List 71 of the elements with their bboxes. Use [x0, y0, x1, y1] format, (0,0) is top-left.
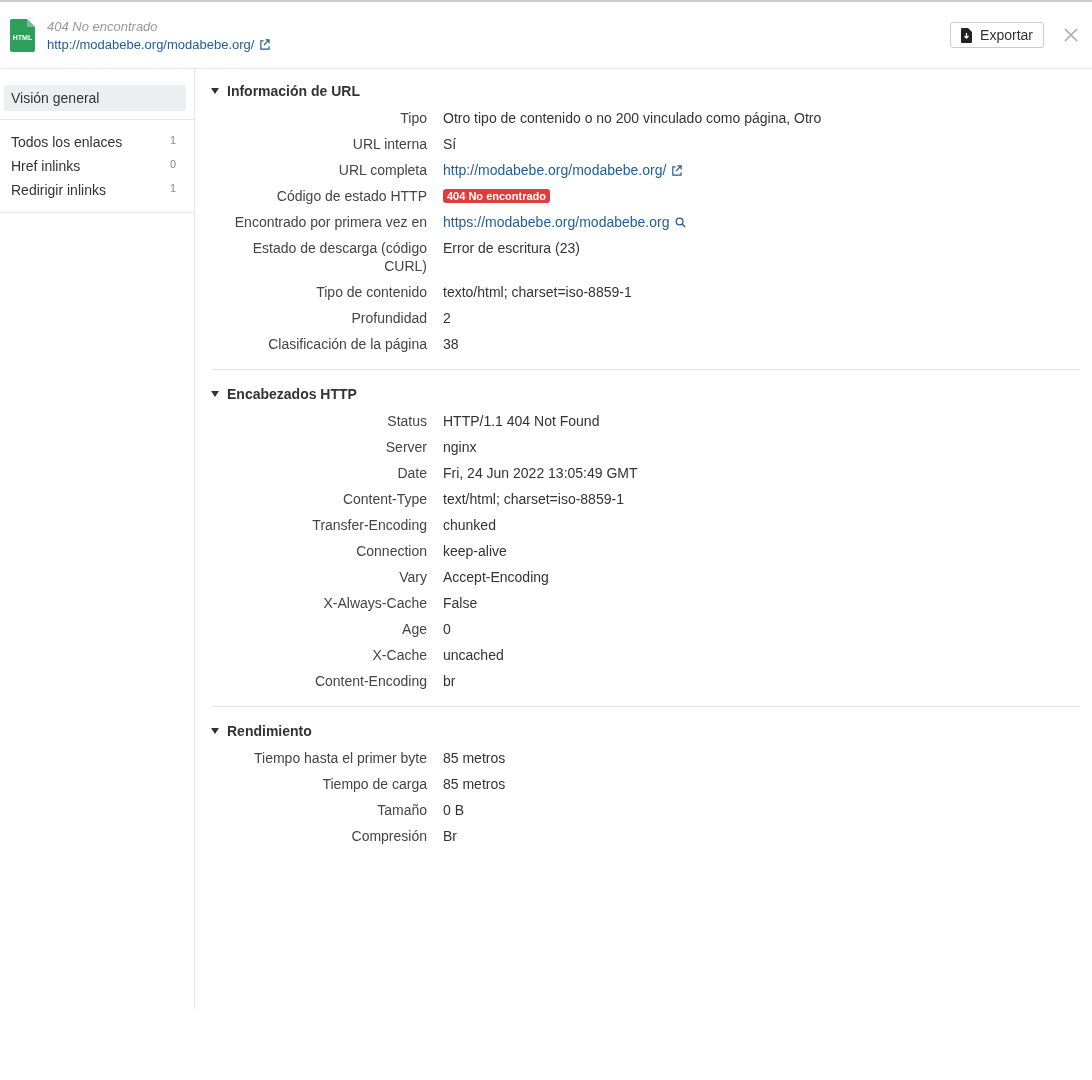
external-link-icon: [259, 38, 271, 50]
field-value: chunked: [443, 516, 497, 534]
field-label: Connection: [355, 542, 427, 560]
item-count: 1: [169, 134, 176, 148]
section-title[interactable]: Información de URL: [227, 83, 360, 99]
sidebar-item[interactable]: Redirigir inlinks 1: [0, 178, 176, 202]
field-label: Vary: [398, 568, 427, 586]
field-value: texto/html; charset=iso-8859-1: [443, 283, 633, 301]
url-link[interactable]: https://modabebe.org/modabebe.org: [443, 214, 670, 230]
field-label: Clasificación de la página: [267, 335, 427, 353]
field-value: 0 B: [443, 801, 465, 819]
field-label: URL completa: [337, 161, 427, 179]
sidebar-item[interactable]: Todos los enlaces 1: [0, 130, 176, 154]
field-value: Accept-Encoding: [443, 568, 550, 586]
field-value: 85 metros: [443, 749, 507, 767]
field-label: Profundidad: [350, 309, 427, 327]
field-value: Error de escritura (23): [443, 239, 581, 258]
field-value: 0: [443, 620, 452, 638]
search-icon: [674, 217, 686, 228]
field-label: Estado de descarga (código CURL): [251, 239, 427, 275]
field-label: Content-Type: [341, 490, 427, 508]
section-title[interactable]: Rendimiento: [227, 723, 312, 739]
collapse-triangle-icon[interactable]: [211, 728, 219, 734]
field-value: br: [443, 672, 457, 690]
field-label: Tiempo de carga: [321, 775, 427, 793]
external-link-icon: [671, 165, 683, 176]
field-value: False: [443, 594, 479, 612]
item-count: 0: [169, 158, 176, 172]
sidebar-item[interactable]: Visión general: [4, 85, 186, 111]
field-value: 38: [443, 335, 460, 353]
page-status: 404 No encontrado: [47, 18, 159, 34]
sidebar-item-label: Href inlinks: [11, 158, 81, 174]
field-value: Sí: [443, 135, 458, 153]
section-title[interactable]: Encabezados HTTP: [227, 386, 357, 402]
field-value: text/html; charset=iso-8859-1: [443, 490, 625, 508]
field-label: Tipo: [399, 109, 427, 127]
collapse-triangle-icon[interactable]: [211, 391, 219, 397]
field-label: Server: [384, 438, 427, 456]
field-value: Otro tipo de contenido o no 200 vinculado como página, Otro: [443, 109, 823, 127]
field-label: Content-Encoding: [313, 672, 427, 690]
field-value: Fri, 24 Jun 2022 13:05:49 GMT: [443, 464, 639, 482]
field-label: X-Cache: [371, 646, 427, 664]
sidebar-item[interactable]: Href inlinks 0: [0, 154, 176, 178]
field-value: 2: [443, 309, 452, 327]
collapse-triangle-icon[interactable]: [211, 88, 219, 94]
item-count: 1: [169, 182, 176, 196]
field-label: X-Always-Cache: [322, 594, 427, 612]
field-label: Tamaño: [376, 801, 427, 819]
field-label: URL interna: [351, 135, 427, 153]
field-label: Age: [401, 620, 427, 638]
field-label: Encontrado por primera vez en: [233, 213, 427, 231]
field-value: nginx: [443, 438, 478, 456]
field-value: keep-alive: [443, 542, 508, 560]
field-value: uncached: [443, 646, 505, 664]
export-button[interactable]: Exportar: [950, 22, 1044, 48]
status-badge: 404 No encontrado: [443, 189, 551, 203]
sidebar-item-label: Todos los enlaces: [11, 134, 123, 150]
download-file-icon: [961, 27, 973, 43]
sidebar-item-label: Redirigir inlinks: [11, 182, 106, 198]
field-label: Código de estado HTTP: [275, 187, 427, 205]
field-label: Compresión: [350, 827, 427, 845]
field-value: HTTP/1.1 404 Not Found: [443, 412, 601, 430]
url-link[interactable]: http://modabebe.org/modabebe.org/: [443, 162, 667, 178]
page-url-link[interactable]: http://modabebe.org/modabebe.org/: [47, 36, 939, 52]
field-value: Br: [443, 827, 458, 845]
field-label: Tipo de contenido: [315, 283, 427, 301]
field-label: Date: [396, 464, 427, 482]
field-label: Status: [386, 412, 427, 430]
field-label: Transfer-Encoding: [311, 516, 427, 534]
field-value: 85 metros: [443, 775, 507, 793]
field-label: Tiempo hasta el primer byte: [253, 749, 427, 767]
